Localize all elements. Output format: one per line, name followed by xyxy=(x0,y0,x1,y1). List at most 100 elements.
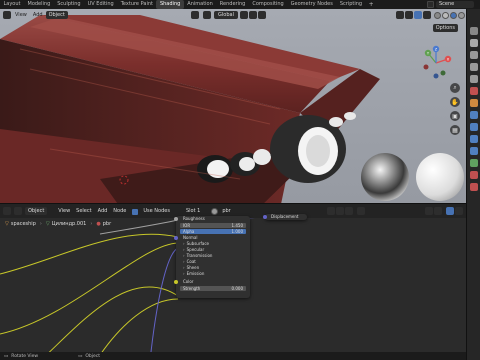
ior-field[interactable]: IOR 1.450 xyxy=(180,223,246,228)
editor-mode-dropdown[interactable]: Object xyxy=(25,207,48,215)
material-icon xyxy=(211,207,219,215)
menu-object[interactable]: Object xyxy=(45,11,68,19)
panel-label: Coat xyxy=(186,259,196,264)
pin-icon[interactable] xyxy=(357,207,365,215)
overlay-toggle-icon[interactable] xyxy=(446,207,454,215)
duplicate-material-icon[interactable] xyxy=(336,207,344,215)
scene-selector[interactable]: Scene xyxy=(427,1,474,8)
strength-field[interactable]: Strength 0.000 xyxy=(180,286,246,291)
status-bar: ▭ Rotate View ▭ Object xyxy=(0,352,466,360)
menu-add[interactable]: Add xyxy=(95,208,111,214)
slot-dropdown[interactable]: Slot 1 xyxy=(183,208,203,214)
status-left: Rotate View xyxy=(11,353,39,359)
menu-view[interactable]: View xyxy=(12,12,30,18)
tab-modeling[interactable]: Modeling xyxy=(24,0,54,9)
tab-shading[interactable]: Shading xyxy=(156,0,184,9)
material-preview-icon[interactable] xyxy=(450,11,457,19)
displacement-node[interactable]: Displacement xyxy=(263,214,307,220)
viewport-header: View Add Object Global xyxy=(0,9,466,21)
tab-texture-paint[interactable]: Texture Paint xyxy=(117,0,156,9)
overlay-menu-icon[interactable] xyxy=(455,207,463,215)
3d-viewport[interactable]: View Add Object Global Options X Y Z ⌕ ✋… xyxy=(0,9,466,203)
overlay-toggle-icon[interactable] xyxy=(414,11,422,19)
proportional-edit-icon[interactable] xyxy=(258,11,266,19)
breadcrumb-object: spaceship xyxy=(10,220,36,227)
menu-node[interactable]: Node xyxy=(110,208,129,214)
snap-target-icon[interactable] xyxy=(434,207,442,215)
roughness-socket[interactable] xyxy=(174,217,178,221)
texture-properties-icon[interactable] xyxy=(469,183,478,191)
perspective-grid-icon[interactable]: ▦ xyxy=(450,125,460,135)
object-properties-icon[interactable] xyxy=(469,99,478,107)
xray-toggle-icon[interactable] xyxy=(423,11,431,19)
zoom-icon[interactable]: ⌕ xyxy=(450,83,460,93)
fake-user-icon[interactable] xyxy=(327,207,335,215)
particle-properties-icon[interactable] xyxy=(469,123,478,131)
tab-compositing[interactable]: Compositing xyxy=(249,0,287,9)
tool-properties-icon[interactable] xyxy=(469,27,478,35)
snap-icon[interactable] xyxy=(425,207,433,215)
panel-label: Sheen xyxy=(186,265,200,270)
physics-properties-icon[interactable] xyxy=(469,135,478,143)
tab-uv-editing[interactable]: UV Editing xyxy=(84,0,117,9)
scene-name-field[interactable]: Scene xyxy=(436,1,474,8)
material-icon: ● xyxy=(96,220,101,227)
constraint-properties-icon[interactable] xyxy=(469,147,478,155)
panel-emission[interactable]: › Emission xyxy=(176,271,250,277)
use-nodes-label: Use Nodes xyxy=(143,208,170,214)
unlink-material-icon[interactable] xyxy=(345,207,353,215)
editor-type-icon[interactable] xyxy=(3,11,11,19)
visibility-icon[interactable] xyxy=(396,11,404,19)
breadcrumb-mesh: Цилиндр.001 xyxy=(51,220,87,227)
tab-scripting[interactable]: Scripting xyxy=(336,0,365,9)
material-name-field[interactable]: pbr xyxy=(219,208,233,214)
normal-socket[interactable] xyxy=(174,236,178,240)
view-layer-icon[interactable] xyxy=(469,63,478,71)
menu-select[interactable]: Select xyxy=(73,208,94,214)
shader-type-icon[interactable] xyxy=(14,207,22,215)
color-socket[interactable] xyxy=(174,280,178,284)
node-editor-type-icon[interactable] xyxy=(3,207,11,215)
snap-icon[interactable] xyxy=(249,11,257,19)
navigation-gizmo[interactable]: X Y Z xyxy=(418,45,454,81)
render-properties-icon[interactable] xyxy=(469,39,478,47)
solid-shading-icon[interactable] xyxy=(442,11,449,19)
camera-view-icon[interactable]: ▣ xyxy=(450,111,460,121)
output-properties-icon[interactable] xyxy=(469,51,478,59)
displacement-socket[interactable] xyxy=(263,215,267,219)
workspace-bar: Layout Modeling Sculpting UV Editing Texture… xyxy=(0,0,480,9)
chevron-right-icon: › xyxy=(183,259,185,264)
menu-view[interactable]: View xyxy=(55,208,73,214)
tab-sculpting[interactable]: Sculpting xyxy=(54,0,84,9)
pan-hand-icon[interactable]: ✋ xyxy=(450,97,460,107)
tab-layout[interactable]: Layout xyxy=(0,0,24,9)
pivot-point-icon[interactable] xyxy=(240,11,248,19)
hdri-matte-sphere xyxy=(416,153,464,201)
transform-pivot-icon[interactable] xyxy=(191,11,200,19)
tab-animation[interactable]: Animation xyxy=(184,0,217,9)
tab-rendering[interactable]: Rendering xyxy=(216,0,249,9)
mouse-left-icon: ▭ xyxy=(4,353,9,359)
principled-bsdf-node[interactable]: Roughness IOR 1.450 Alpha 1.000 Normal ›… xyxy=(174,216,250,298)
shader-node-editor[interactable]: Object View Select Add Node Use Nodes Sl… xyxy=(0,203,466,360)
wireframe-shading-icon[interactable] xyxy=(434,11,441,19)
use-nodes-checkbox[interactable] xyxy=(132,209,139,215)
add-workspace-button[interactable]: + xyxy=(366,1,377,8)
chevron-right-icon: › xyxy=(183,265,185,270)
material-properties-icon[interactable] xyxy=(469,171,478,179)
tab-geometry-nodes[interactable]: Geometry Nodes xyxy=(287,0,336,9)
viewport-options-button[interactable]: Options xyxy=(432,24,458,32)
alpha-field[interactable]: Alpha 1.000 xyxy=(180,229,246,234)
rendered-shading-icon[interactable] xyxy=(458,11,465,19)
chevron-right-icon: › xyxy=(183,271,185,276)
data-properties-icon[interactable] xyxy=(469,159,478,167)
world-properties-icon[interactable] xyxy=(469,87,478,95)
breadcrumb-separator: › xyxy=(90,220,93,227)
gizmo-toggle-icon[interactable] xyxy=(405,11,413,19)
orientation-dropdown[interactable]: Global xyxy=(214,11,238,19)
scene-properties-icon[interactable] xyxy=(469,75,478,83)
workspace-tabs: Layout Modeling Sculpting UV Editing Texture… xyxy=(0,0,366,9)
panel-label: Subsurface xyxy=(186,241,210,246)
modifier-properties-icon[interactable] xyxy=(469,111,478,119)
menu-add[interactable]: Add xyxy=(30,12,46,18)
